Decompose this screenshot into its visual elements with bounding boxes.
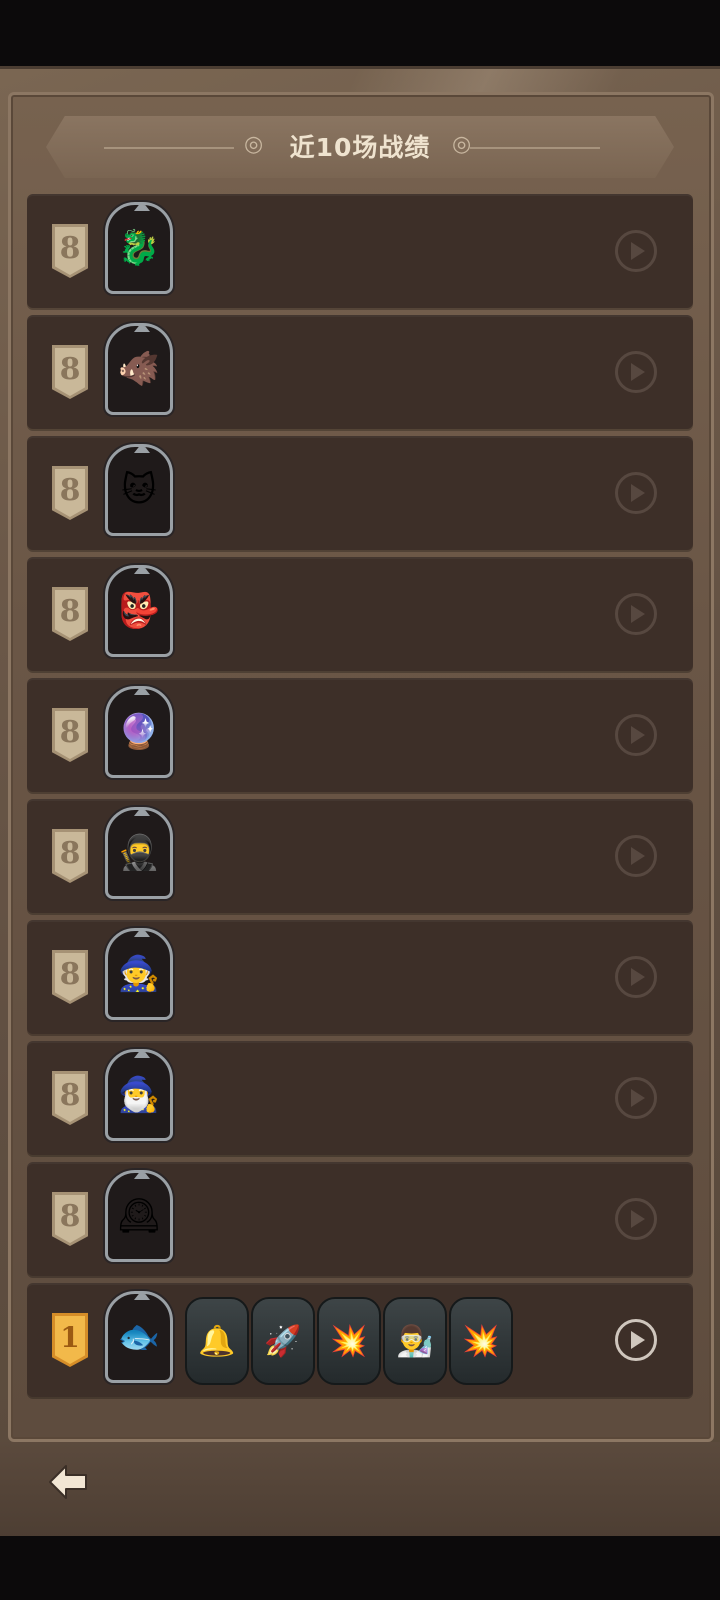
replay-button[interactable]: [615, 1319, 657, 1361]
play-icon: [631, 363, 645, 381]
hero-glyph: 🔮: [117, 712, 161, 752]
portrait-crest: [134, 689, 150, 695]
match-row: 8 🧙‍♂️: [27, 1041, 693, 1155]
cannon-card-icon[interactable]: 💥: [317, 1297, 381, 1385]
bottom-bar: [0, 1442, 720, 1538]
rank-number: 1: [60, 1320, 80, 1354]
rank-number: 8: [59, 472, 81, 508]
back-arrow-icon: [49, 1465, 87, 1499]
replay-button[interactable]: [615, 230, 657, 272]
card-glyph: 💥: [462, 1323, 500, 1359]
rank-badge: 8: [52, 950, 88, 1004]
rank-badge: 1: [52, 1313, 88, 1367]
rank-badge: 8: [52, 345, 88, 399]
match-row: 8 🧙: [27, 920, 693, 1034]
hero-glyph: 🧙: [117, 954, 161, 994]
hero-glyph: 🐟: [117, 1317, 161, 1357]
rank-number: 8: [59, 230, 81, 266]
play-icon: [631, 847, 645, 865]
match-row: 8 🐗: [27, 315, 693, 429]
rank-badge: 8: [52, 829, 88, 883]
card-glyph: 👨‍🔬: [396, 1323, 434, 1359]
rank-number: 8: [59, 351, 81, 387]
rank-badge: 8: [52, 708, 88, 762]
clock-hero-icon[interactable]: 🕰: [105, 1170, 173, 1262]
portrait-crest: [134, 447, 150, 453]
purple-dragon-hero-icon[interactable]: 🐉: [105, 202, 173, 294]
portrait-crest: [134, 931, 150, 937]
witch-hero-icon[interactable]: 🧙: [105, 928, 173, 1020]
top-hat-cat-hero-icon[interactable]: 🐱: [105, 444, 173, 536]
screen: ◎ ◎ 近10场战绩 8 🐉 8 🐗 8 🐱 8 👺 8 🔮 8 🥷 8 🧙 8 🧙‍♂️ 8 🕰 1 🐟 🔔 🚀 💥 👨‍🔬…: [0, 0, 720, 1600]
hero-glyph: 🕰: [117, 1196, 161, 1236]
play-icon: [631, 242, 645, 260]
play-icon: [631, 1210, 645, 1228]
rank-number: 8: [59, 1077, 81, 1113]
hero-glyph: 👺: [117, 591, 161, 631]
rank-number: 8: [59, 956, 81, 992]
card-glyph: 💥: [330, 1323, 368, 1359]
goblin-hero-icon[interactable]: 👺: [105, 565, 173, 657]
replay-button[interactable]: [615, 472, 657, 514]
match-row: 8 🔮: [27, 678, 693, 792]
portrait-crest: [134, 810, 150, 816]
hooded-rogue-hero-icon[interactable]: 🥷: [105, 807, 173, 899]
status-bar-area: [0, 0, 720, 76]
replay-button[interactable]: [615, 351, 657, 393]
match-row: 8 🐱: [27, 436, 693, 550]
rank-badge: 8: [52, 587, 88, 641]
hero-glyph: 🐱: [121, 470, 157, 510]
portrait-crest: [134, 1052, 150, 1058]
play-icon: [631, 484, 645, 502]
page-title: 近10场战绩: [289, 133, 431, 162]
hero-glyph: 🥷: [117, 833, 161, 873]
title-divider-left: [104, 147, 234, 149]
rank-badge: 8: [52, 224, 88, 278]
portrait-crest: [134, 326, 150, 332]
rank-badge: 8: [52, 1192, 88, 1246]
replay-button[interactable]: [615, 593, 657, 635]
replay-button[interactable]: [615, 956, 657, 998]
card-glyph: 🔔: [198, 1323, 236, 1359]
portrait-crest: [134, 205, 150, 211]
boar-hero-icon[interactable]: 🐗: [105, 323, 173, 415]
match-row: 8 🥷: [27, 799, 693, 913]
portrait-crest: [134, 568, 150, 574]
replay-button[interactable]: [615, 1198, 657, 1240]
bell-machine-card-icon[interactable]: 🔔: [185, 1297, 249, 1385]
play-icon: [631, 1089, 645, 1107]
rank-badge: 8: [52, 466, 88, 520]
replay-button[interactable]: [615, 714, 657, 756]
rank-number: 8: [59, 714, 81, 750]
rank-number: 8: [59, 593, 81, 629]
navigation-bar-area: [0, 1536, 720, 1600]
mad-scientist-card-icon[interactable]: 👨‍🔬: [383, 1297, 447, 1385]
play-icon: [631, 726, 645, 744]
hero-glyph: 🧙‍♂️: [117, 1075, 161, 1115]
play-icon: [631, 968, 645, 986]
title-divider-right: [470, 147, 600, 149]
match-row: 8 🐉: [27, 194, 693, 308]
fish-man-hero-icon[interactable]: 🐟: [105, 1291, 173, 1383]
sorceress-hero-icon[interactable]: 🔮: [105, 686, 173, 778]
rank-number: 8: [59, 835, 81, 871]
match-row: 1 🐟 🔔 🚀 💥 👨‍🔬 💥: [27, 1283, 693, 1397]
play-icon: [631, 1331, 645, 1349]
back-button[interactable]: [46, 1460, 90, 1504]
replay-button[interactable]: [615, 1077, 657, 1119]
hero-glyph: 🐗: [117, 349, 161, 389]
old-wizard-hero-icon[interactable]: 🧙‍♂️: [105, 1049, 173, 1141]
cannon-card-icon[interactable]: 💥: [449, 1297, 513, 1385]
rank-badge: 8: [52, 1071, 88, 1125]
replay-button[interactable]: [615, 835, 657, 877]
portrait-crest: [134, 1294, 150, 1300]
match-row: 8 🕰: [27, 1162, 693, 1276]
play-icon: [631, 605, 645, 623]
portrait-crest: [134, 1173, 150, 1179]
hero-glyph: 🐉: [117, 228, 161, 268]
rocket-card-icon[interactable]: 🚀: [251, 1297, 315, 1385]
card-glyph: 🚀: [264, 1323, 302, 1359]
rank-number: 8: [59, 1198, 81, 1234]
match-row: 8 👺: [27, 557, 693, 671]
